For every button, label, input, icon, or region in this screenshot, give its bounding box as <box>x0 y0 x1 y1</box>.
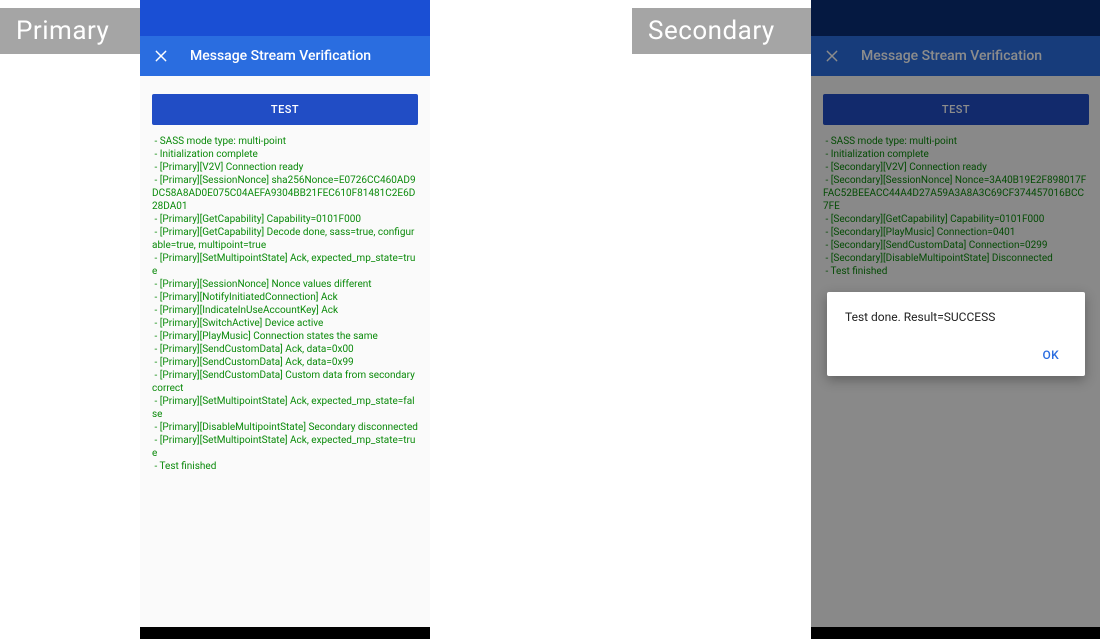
log-line: - Test finished <box>823 265 1089 278</box>
label-primary: Primary <box>0 8 140 54</box>
comparison-stage: Primary Message Stream Verification TEST… <box>0 0 1100 639</box>
log-line: - [Secondary][SessionNonce] Nonce=3A40B1… <box>823 174 1089 213</box>
secondary-phone: Message Stream Verification TEST - SASS … <box>811 0 1100 639</box>
header-title: Message Stream Verification <box>190 48 371 64</box>
primary-phone: Message Stream Verification TEST - SASS … <box>140 0 430 639</box>
log-line: - [Primary][SendCustomData] Ack, data=0x… <box>152 343 418 356</box>
log-container: - SASS mode type: multi-point - Initiali… <box>817 131 1095 627</box>
log-line: - [Primary][V2V] Connection ready <box>152 161 418 174</box>
log-line: - Initialization complete <box>823 148 1089 161</box>
log-line: - [Primary][IndicateInUseAccountKey] Ack <box>152 304 418 317</box>
dialog-actions: OK <box>845 342 1067 368</box>
log-line: - [Secondary][DisableMultipointState] Di… <box>823 252 1089 265</box>
app-header: Message Stream Verification <box>811 36 1100 76</box>
log-line: - [Secondary][SendCustomData] Connection… <box>823 239 1089 252</box>
close-icon[interactable] <box>152 47 170 65</box>
log-line: - [Primary][DisableMultipointState] Seco… <box>152 421 418 434</box>
log-line: - [Primary][SendCustomData] Ack, data=0x… <box>152 356 418 369</box>
log-line: - [Primary][SendCustomData] Custom data … <box>152 369 418 395</box>
status-bar <box>811 0 1100 36</box>
log-line: - [Primary][SetMultipointState] Ack, exp… <box>152 395 418 421</box>
log-line: - [Secondary][V2V] Connection ready <box>823 161 1089 174</box>
log-line: - [Primary][PlayMusic] Connection states… <box>152 330 418 343</box>
dialog-message: Test done. Result=SUCCESS <box>845 310 1067 324</box>
log-line: - [Primary][SessionNonce] Nonce values d… <box>152 278 418 291</box>
log-line: - SASS mode type: multi-point <box>823 135 1089 148</box>
log-line: - [Primary][SessionNonce] sha256Nonce=E0… <box>152 174 418 213</box>
status-bar <box>140 0 430 36</box>
log-line: - Initialization complete <box>152 148 418 161</box>
log-line: - [Primary][SetMultipointState] Ack, exp… <box>152 434 418 460</box>
nav-bar <box>140 627 430 639</box>
test-button[interactable]: TEST <box>152 94 418 125</box>
log-line: - [Primary][GetCapability] Decode done, … <box>152 226 418 252</box>
log-line: - [Primary][SetMultipointState] Ack, exp… <box>152 252 418 278</box>
content-area: TEST - SASS mode type: multi-point - Ini… <box>140 76 430 627</box>
log-container: - SASS mode type: multi-point - Initiali… <box>146 131 424 627</box>
result-dialog: Test done. Result=SUCCESS OK <box>827 292 1085 376</box>
log-line: - Test finished <box>152 460 418 473</box>
close-icon[interactable] <box>823 47 841 65</box>
nav-bar <box>811 627 1100 639</box>
log-line: - [Primary][SwitchActive] Device active <box>152 317 418 330</box>
log-line: - [Primary][GetCapability] Capability=01… <box>152 213 418 226</box>
log-line: - [Primary][NotifyInitiatedConnection] A… <box>152 291 418 304</box>
app-header: Message Stream Verification <box>140 36 430 76</box>
label-secondary: Secondary <box>632 8 812 54</box>
dialog-ok-button[interactable]: OK <box>1035 342 1067 368</box>
log-line: - [Secondary][GetCapability] Capability=… <box>823 213 1089 226</box>
test-button[interactable]: TEST <box>823 94 1089 125</box>
log-line: - [Secondary][PlayMusic] Connection=0401 <box>823 226 1089 239</box>
header-title: Message Stream Verification <box>861 48 1042 64</box>
log-line: - SASS mode type: multi-point <box>152 135 418 148</box>
